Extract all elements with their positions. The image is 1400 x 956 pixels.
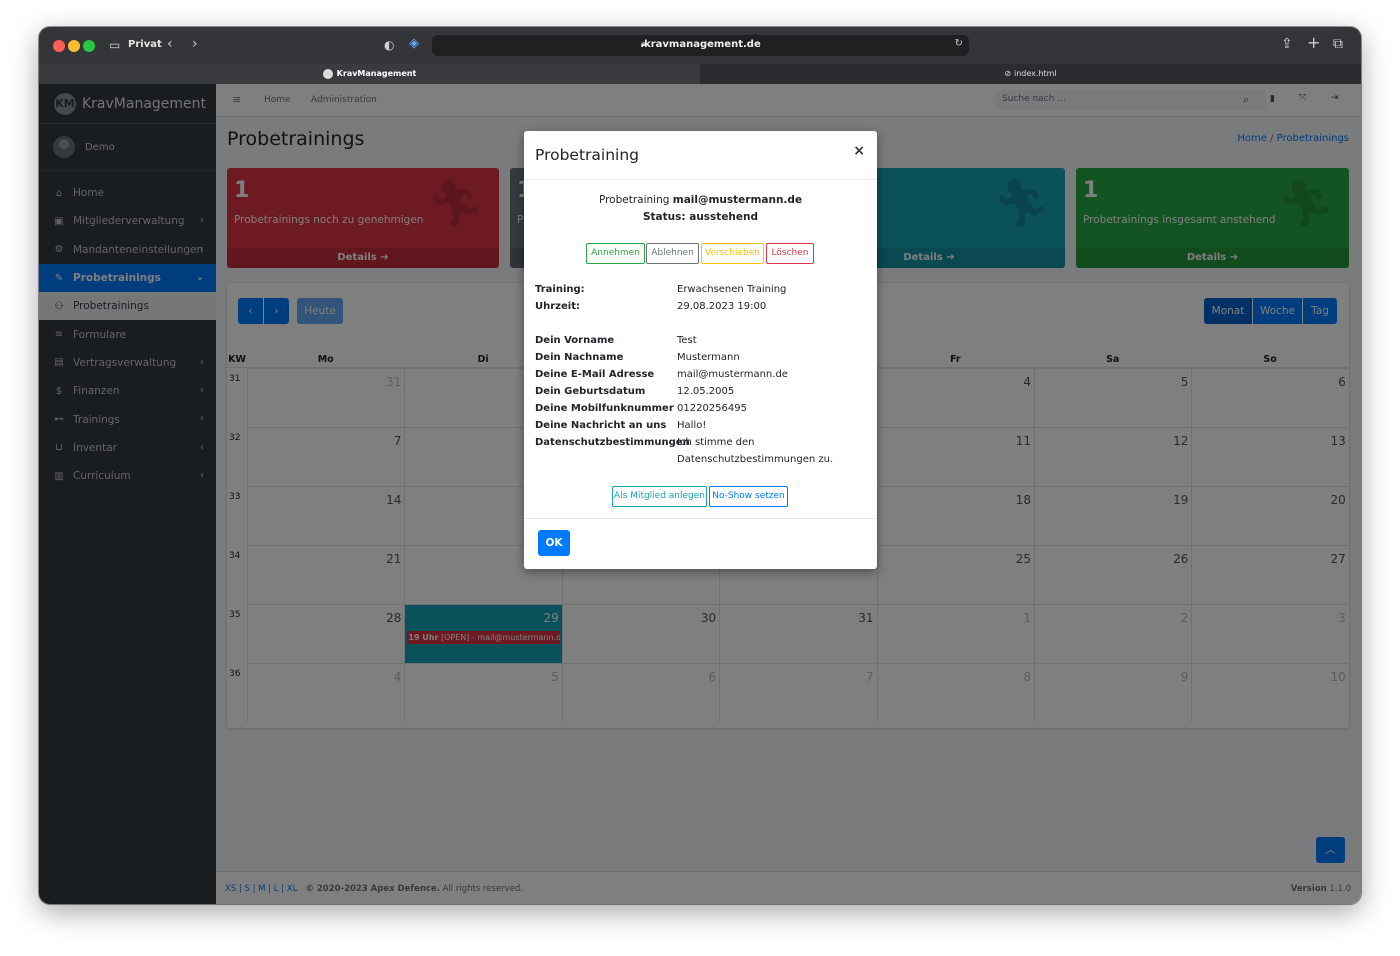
modal-header-divider (524, 179, 877, 180)
tab-index-html[interactable]: ⊘ index.html (700, 64, 1361, 84)
site-favicon-icon (322, 68, 333, 79)
detail-value: Datenschutzbestimmungen zu. (677, 454, 834, 465)
zoom-window-button[interactable] (83, 40, 95, 52)
modal-status: Status: ausstehend (642, 211, 759, 223)
browser-toolbar: ▭ Privat ‹ › ◐ ◈ 🔒︎ .kravmanagement.de ↻… (39, 27, 1361, 64)
detail-value: Hallo! (677, 420, 707, 431)
close-window-button[interactable] (53, 40, 65, 52)
tab-bar: KravManagement ⊘ index.html (39, 64, 1361, 84)
sidebar-toggle-icon[interactable]: ▭ (109, 37, 120, 53)
detail-key: Dein Nachname (535, 352, 624, 363)
detail-value: 29.08.2023 19:00 (677, 301, 767, 312)
detail-key: Dein Vorname (535, 335, 615, 346)
headline-email: mail@mustermann.de (672, 194, 803, 206)
share-icon[interactable]: ⇪ (1281, 36, 1293, 52)
close-icon[interactable]: × (853, 143, 865, 159)
create-member-button[interactable]: Als Mitglied anlegen (612, 486, 707, 507)
detail-key: Dein Geburtsdatum (535, 386, 646, 397)
detail-value: 12.05.2005 (677, 386, 735, 397)
modal-headline: Probetraining mail@mustermann.de (524, 194, 877, 206)
detail-key: Datenschutzbestimmungen (535, 437, 690, 448)
minimize-window-button[interactable] (68, 40, 80, 52)
detail-key: Deine Nachricht an uns (535, 420, 667, 431)
ok-button[interactable]: OK (538, 530, 570, 556)
no-show-button[interactable]: No-Show setzen (709, 486, 788, 507)
delete-button[interactable]: Löschen (766, 243, 814, 264)
tab-label: index.html (1014, 69, 1057, 78)
tab-overview-icon[interactable]: ⧉ (1333, 36, 1343, 52)
detail-key: Deine Mobilfunknummer (535, 403, 674, 414)
detail-value: mail@mustermann.de (677, 369, 788, 380)
detail-key: Uhrzeit: (535, 301, 580, 312)
detail-value: Mustermann (677, 352, 740, 363)
app: KM KravManagement Demo ⌂Home ▣Mitglieder… (39, 84, 1361, 904)
new-tab-icon[interactable]: + (1307, 35, 1320, 51)
address-bar[interactable]: 🔒︎ .kravmanagement.de ↻ (432, 35, 969, 56)
detail-value: Ich stimme den (677, 437, 755, 448)
modal-title: Probetraining (535, 146, 640, 164)
forward-icon[interactable]: › (192, 36, 198, 52)
tab-label: KravManagement (336, 69, 417, 78)
tab-kravmanagement[interactable]: KravManagement (39, 64, 700, 84)
vpn-shield-icon[interactable]: ◈ (409, 36, 419, 52)
private-label: Privat (128, 39, 162, 50)
browser-window: ▭ Privat ‹ › ◐ ◈ 🔒︎ .kravmanagement.de ↻… (39, 27, 1361, 904)
accept-button[interactable]: Annehmen (586, 243, 645, 264)
url-text: .kravmanagement.de (640, 39, 761, 50)
headline-prefix: Probetraining (598, 194, 673, 206)
compass-icon: ⊘ (1004, 69, 1012, 78)
decline-button[interactable]: Ablehnen (646, 243, 699, 264)
probetraining-modal: Probetraining × Probetraining mail@muste… (524, 131, 877, 569)
detail-key: Training: (535, 284, 585, 295)
back-icon[interactable]: ‹ (167, 36, 173, 52)
postpone-button[interactable]: Verschieben (701, 243, 764, 264)
detail-key: Deine E-Mail Adresse (535, 369, 655, 380)
privacy-shield-icon[interactable]: ◐ (384, 37, 394, 53)
detail-value: Erwachsenen Training (677, 284, 787, 295)
modal-footer-divider (524, 518, 877, 519)
detail-value: 01220256495 (677, 403, 747, 414)
detail-value: Test (677, 335, 697, 346)
reload-icon[interactable]: ↻ (955, 38, 963, 49)
